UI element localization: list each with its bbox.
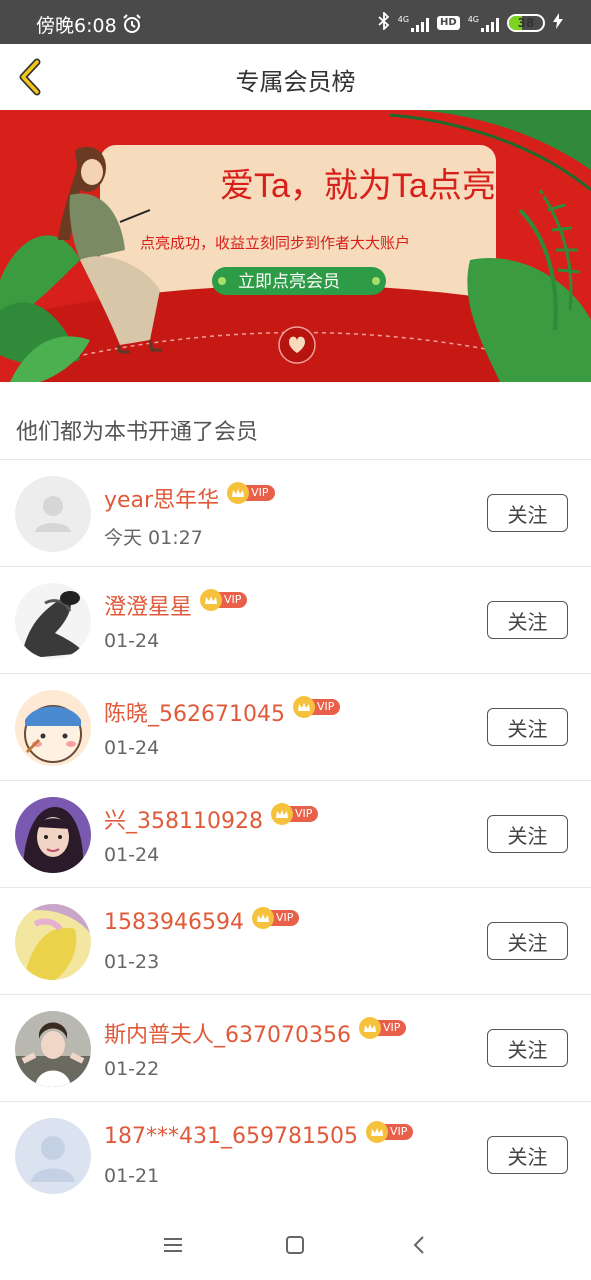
vip-badge: VIP bbox=[292, 696, 341, 718]
vip-badge: VIP bbox=[251, 906, 300, 929]
crown-icon bbox=[200, 589, 223, 611]
avatar[interactable] bbox=[15, 1011, 91, 1087]
banner-subtitle: 点亮成功，收益立刻同步到作者大大账户 bbox=[140, 235, 410, 252]
bluetooth-icon bbox=[378, 10, 390, 33]
member-name: 187***431_659781505 bbox=[104, 1124, 358, 1149]
member-row[interactable]: 兴_358110928 VIP 01-24 关注 bbox=[0, 781, 591, 888]
status-time: 傍晚6:08 bbox=[36, 15, 117, 37]
member-name-line: 187***431_659781505 VIP bbox=[104, 1120, 414, 1149]
page-title: 专属会员榜 bbox=[235, 68, 356, 96]
member-date: 01-21 bbox=[104, 1165, 160, 1187]
member-row[interactable]: 1583946594 VIP 01-23 关注 bbox=[0, 888, 591, 995]
avatar[interactable] bbox=[15, 797, 91, 873]
hd-badge: HD bbox=[437, 15, 460, 30]
network-type-label: 4G bbox=[397, 14, 410, 24]
network-type-label: 4G bbox=[467, 14, 479, 24]
follow-button[interactable]: 关注 bbox=[487, 494, 568, 532]
banner-headline: 爱Ta，就为Ta点亮会员 bbox=[220, 167, 564, 205]
follow-button[interactable]: 关注 bbox=[487, 1029, 568, 1067]
member-date: 01-23 bbox=[104, 951, 160, 973]
member-name: 陈晓_562671045 bbox=[104, 702, 285, 727]
member-row[interactable]: 澄澄星星 VIP 01-24 关注 bbox=[0, 567, 591, 674]
member-name: 1583946594 bbox=[104, 910, 244, 935]
member-name: 澄澄星星 bbox=[104, 595, 193, 620]
vip-badge: VIP bbox=[270, 803, 319, 825]
status-bar: 傍晚6:08 4G HD 4G 38 bbox=[0, 0, 591, 44]
member-row[interactable]: 陈晓_562671045 VIP 01-24 关注 bbox=[0, 674, 591, 781]
vip-badge: VIP bbox=[227, 482, 275, 504]
signal-icon: 4G bbox=[397, 14, 430, 32]
page-header: 专属会员榜 bbox=[0, 44, 591, 110]
crown-icon bbox=[358, 1017, 381, 1039]
menu-button[interactable] bbox=[158, 1230, 188, 1260]
member-name-line: year思年华 VIP bbox=[104, 482, 275, 514]
member-name-line: 兴_358110928 VIP bbox=[104, 803, 319, 835]
follow-button[interactable]: 关注 bbox=[487, 708, 568, 746]
home-button[interactable] bbox=[280, 1230, 310, 1260]
avatar[interactable] bbox=[15, 583, 91, 659]
member-date: 今天 01:27 bbox=[104, 527, 203, 549]
member-name: 兴_358110928 bbox=[104, 809, 263, 834]
crown-icon bbox=[292, 696, 315, 718]
member-row[interactable]: 187***431_659781505 VIP 01-21 关注 bbox=[0, 1102, 591, 1209]
member-date: 01-24 bbox=[104, 844, 160, 866]
crown-icon bbox=[227, 482, 250, 504]
avatar[interactable] bbox=[15, 690, 91, 766]
avatar[interactable] bbox=[15, 1118, 91, 1194]
follow-button[interactable]: 关注 bbox=[487, 601, 568, 639]
section-title: 他们都为本书开通了会员 bbox=[16, 420, 259, 445]
member-row[interactable]: year思年华 VIP 今天 01:27 关注 bbox=[0, 460, 591, 567]
back-nav-button[interactable] bbox=[404, 1230, 434, 1260]
member-list: year思年华 VIP 今天 01:27 关注 澄澄星星 VIP 01-24 关… bbox=[0, 460, 591, 1209]
crown-icon bbox=[270, 803, 293, 825]
system-nav-bar bbox=[0, 1208, 591, 1280]
promo-banner[interactable]: 爱Ta，就为Ta点亮会员 点亮成功，收益立刻同步到作者大大账户 立即点亮会员 bbox=[0, 110, 591, 382]
member-date: 01-22 bbox=[104, 1058, 160, 1080]
avatar[interactable] bbox=[15, 904, 91, 980]
banner-illustration: 爱Ta，就为Ta点亮会员 点亮成功，收益立刻同步到作者大大账户 立即点亮会员 bbox=[0, 110, 591, 382]
avatar[interactable] bbox=[15, 476, 91, 552]
member-name-line: 1583946594 VIP bbox=[104, 906, 300, 935]
crown-icon bbox=[365, 1120, 388, 1143]
member-name-line: 斯内普夫人_637070356 VIP bbox=[104, 1017, 407, 1049]
charging-bolt-icon bbox=[553, 12, 563, 33]
follow-button[interactable]: 关注 bbox=[487, 1136, 568, 1174]
vip-badge: VIP bbox=[200, 589, 248, 611]
alarm-clock-icon bbox=[122, 14, 142, 38]
vip-badge: VIP bbox=[365, 1120, 414, 1143]
member-name-line: 澄澄星星 VIP bbox=[104, 589, 248, 621]
signal-icon: 4G bbox=[468, 14, 499, 32]
banner-cta-label: 立即点亮会员 bbox=[238, 272, 340, 291]
back-triangle-icon bbox=[413, 1236, 424, 1254]
battery-percent: 38 bbox=[517, 15, 535, 30]
follow-button[interactable]: 关注 bbox=[487, 922, 568, 960]
member-date: 01-24 bbox=[104, 630, 160, 652]
menu-icon bbox=[164, 1238, 182, 1252]
member-date: 01-24 bbox=[104, 737, 160, 759]
member-name: 斯内普夫人_637070356 bbox=[104, 1023, 351, 1048]
member-row[interactable]: 斯内普夫人_637070356 VIP 01-22 关注 bbox=[0, 995, 591, 1102]
battery-indicator: 38 bbox=[507, 13, 545, 32]
member-name: year思年华 bbox=[104, 488, 220, 513]
member-name-line: 陈晓_562671045 VIP bbox=[104, 696, 341, 728]
crown-icon bbox=[251, 906, 274, 929]
vip-badge: VIP bbox=[358, 1017, 407, 1039]
home-square-icon bbox=[286, 1236, 304, 1254]
follow-button[interactable]: 关注 bbox=[487, 815, 568, 853]
